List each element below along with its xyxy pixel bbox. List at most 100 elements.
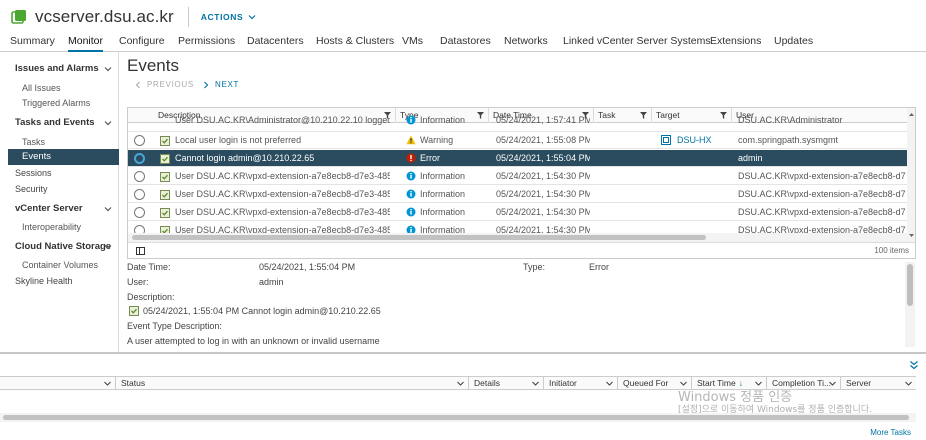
chevron-right-icon bbox=[204, 81, 209, 88]
table-row[interactable]: User DSU.AC.KR\vpxd-extension-a7e8ecb8-d… bbox=[128, 222, 907, 233]
row-description: User DSU.AC.KR\vpxd-extension-a7e8ecb8-d… bbox=[175, 171, 390, 181]
chevron-down-icon[interactable] bbox=[457, 380, 464, 387]
sidebar-group-cns[interactable]: Cloud Native Storage bbox=[15, 241, 111, 252]
row-user: DSU.AC.KR\vpxd-extension-a7e8ecb8-d7e3 bbox=[738, 225, 906, 233]
sidebar-item-interoperability[interactable]: Interoperability bbox=[22, 222, 81, 232]
row-user: admin bbox=[738, 153, 763, 163]
scrollbar-thumb[interactable] bbox=[907, 264, 913, 306]
sidebar-item-all-issues[interactable]: All Issues bbox=[22, 83, 61, 93]
row-radio[interactable] bbox=[134, 207, 145, 218]
column-server[interactable]: Server bbox=[841, 377, 916, 390]
tab-extensions[interactable]: Extensions bbox=[710, 34, 761, 52]
tab-configure[interactable]: Configure bbox=[119, 34, 165, 52]
grid-vertical-scrollbar[interactable] bbox=[907, 108, 915, 242]
vcenter-icon bbox=[10, 8, 28, 26]
chevron-down-icon[interactable] bbox=[532, 380, 539, 387]
table-row[interactable]: User DSU.AC.KR\Administrator@10.210.22.1… bbox=[128, 115, 907, 132]
host-title: vcserver.dsu.ac.kr bbox=[35, 7, 174, 26]
chevron-down-icon[interactable] bbox=[104, 205, 112, 213]
table-row[interactable]: User DSU.AC.KR\vpxd-extension-a7e8ecb8-d… bbox=[128, 168, 907, 185]
tab-linked-vcenter[interactable]: Linked vCenter Server Systems bbox=[563, 34, 711, 52]
next-button[interactable]: NEXT bbox=[203, 80, 239, 89]
sidebar-group-tasks-events[interactable]: Tasks and Events bbox=[15, 117, 95, 128]
sidebar-item-events-label: Events bbox=[22, 151, 52, 162]
table-row[interactable]: User DSU.AC.KR\vpxd-extension-a7e8ecb8-d… bbox=[128, 186, 907, 203]
grid-horizontal-scrollbar[interactable] bbox=[128, 233, 907, 242]
column-task-name[interactable] bbox=[0, 377, 116, 390]
row-datetime: 05/24/2021, 1:55:04 PM bbox=[496, 153, 590, 163]
actions-label: ACTIONS bbox=[200, 12, 244, 22]
row-description: User DSU.AC.KR\vpxd-extension-a7e8ecb8-d… bbox=[175, 225, 390, 233]
table-row[interactable]: User DSU.AC.KR\vpxd-extension-a7e8ecb8-d… bbox=[128, 204, 907, 221]
detail-description-value: 05/24/2021, 1:55:04 PM Cannot login admi… bbox=[143, 306, 381, 316]
warning-icon bbox=[406, 135, 416, 145]
previous-button[interactable]: PREVIOUS bbox=[135, 80, 194, 89]
tab-networks[interactable]: Networks bbox=[504, 34, 548, 52]
row-type: Information bbox=[420, 189, 466, 199]
sidebar-item-events[interactable]: Events bbox=[8, 149, 119, 165]
row-radio[interactable] bbox=[134, 153, 145, 164]
top-bar: vcserver.dsu.ac.kr ACTIONS bbox=[0, 0, 926, 34]
scroll-up-icon[interactable] bbox=[909, 112, 914, 117]
row-target-link[interactable]: DSU-HX bbox=[677, 132, 729, 149]
sidebar-group-vcenter[interactable]: vCenter Server bbox=[15, 203, 83, 214]
column-status[interactable]: Status bbox=[116, 377, 469, 390]
scrollbar-thumb[interactable] bbox=[132, 235, 706, 240]
scroll-down-icon[interactable] bbox=[909, 233, 914, 238]
sidebar-item-tasks[interactable]: Tasks bbox=[22, 137, 45, 147]
detail-event-type-value: A user attempted to log in with an unkno… bbox=[127, 336, 380, 346]
chevron-down-icon[interactable] bbox=[104, 243, 112, 251]
tasks-horizontal-scrollbar[interactable] bbox=[0, 413, 916, 422]
row-datetime: 05/24/2021, 1:54:30 PM bbox=[496, 207, 590, 217]
double-chevron-down-icon[interactable] bbox=[909, 360, 919, 370]
row-radio[interactable] bbox=[134, 135, 145, 146]
details-scrollbar[interactable] bbox=[905, 262, 915, 347]
chevron-left-icon bbox=[135, 81, 140, 88]
sidebar-item-sessions[interactable]: Sessions bbox=[15, 168, 52, 178]
detail-description-label: Description: bbox=[127, 292, 175, 302]
tab-bar: Summary Monitor Configure Permissions Da… bbox=[0, 34, 926, 52]
panel-divider[interactable] bbox=[0, 352, 926, 354]
detail-type-value: Error bbox=[589, 262, 609, 272]
tab-datastores[interactable]: Datastores bbox=[440, 34, 491, 52]
tab-permissions[interactable]: Permissions bbox=[178, 34, 235, 52]
sidebar-item-triggered-alarms[interactable]: Triggered Alarms bbox=[22, 98, 90, 108]
items-count: 100 items bbox=[874, 246, 909, 255]
actions-button[interactable]: ACTIONS bbox=[201, 12, 256, 22]
column-toggle-icon[interactable] bbox=[136, 247, 145, 255]
row-radio[interactable] bbox=[134, 225, 145, 233]
tab-summary[interactable]: Summary bbox=[10, 34, 55, 52]
tab-updates[interactable]: Updates bbox=[774, 34, 813, 52]
sidebar-item-container-volumes[interactable]: Container Volumes bbox=[22, 260, 98, 270]
cluster-icon bbox=[661, 135, 671, 145]
chevron-down-icon[interactable] bbox=[104, 380, 111, 387]
monitor-sidebar: Issues and Alarms All Issues Triggered A… bbox=[0, 52, 119, 352]
chevron-down-icon[interactable] bbox=[829, 380, 836, 387]
sidebar-group-issues[interactable]: Issues and Alarms bbox=[15, 63, 99, 74]
scrollbar-thumb[interactable] bbox=[3, 415, 909, 420]
tab-vms[interactable]: VMs bbox=[402, 34, 423, 52]
row-type: Information bbox=[420, 207, 466, 217]
next-label: NEXT bbox=[215, 80, 240, 89]
row-radio[interactable] bbox=[134, 171, 145, 182]
chevron-down-icon[interactable] bbox=[104, 119, 112, 127]
row-type: Error bbox=[420, 153, 440, 163]
sidebar-item-skyline-health[interactable]: Skyline Health bbox=[15, 276, 73, 286]
tab-hosts-clusters[interactable]: Hosts & Clusters bbox=[316, 34, 394, 52]
tab-monitor[interactable]: Monitor bbox=[68, 34, 104, 52]
row-datetime: 05/24/2021, 1:55:08 PM bbox=[496, 135, 590, 145]
row-type: Information bbox=[420, 225, 466, 233]
more-tasks-link[interactable]: More Tasks bbox=[870, 428, 911, 437]
chevron-down-icon[interactable] bbox=[606, 380, 613, 387]
chevron-down-icon[interactable] bbox=[905, 380, 912, 387]
chevron-down-icon[interactable] bbox=[104, 65, 112, 73]
row-datetime: 05/24/2021, 1:54:30 PM bbox=[496, 225, 590, 233]
column-details[interactable]: Details bbox=[469, 377, 544, 390]
tab-datacenters[interactable]: Datacenters bbox=[247, 34, 304, 52]
row-radio[interactable] bbox=[134, 189, 145, 200]
table-row[interactable]: Local user login is not preferred Warnin… bbox=[128, 132, 907, 149]
table-row-selected[interactable]: Cannot login admin@10.210.22.65 Error 05… bbox=[128, 150, 907, 167]
row-user: DSU.AC.KR\vpxd-extension-a7e8ecb8-d7e3 bbox=[738, 207, 906, 217]
sidebar-item-security[interactable]: Security bbox=[15, 184, 48, 194]
column-initiator[interactable]: Initiator bbox=[544, 377, 618, 390]
